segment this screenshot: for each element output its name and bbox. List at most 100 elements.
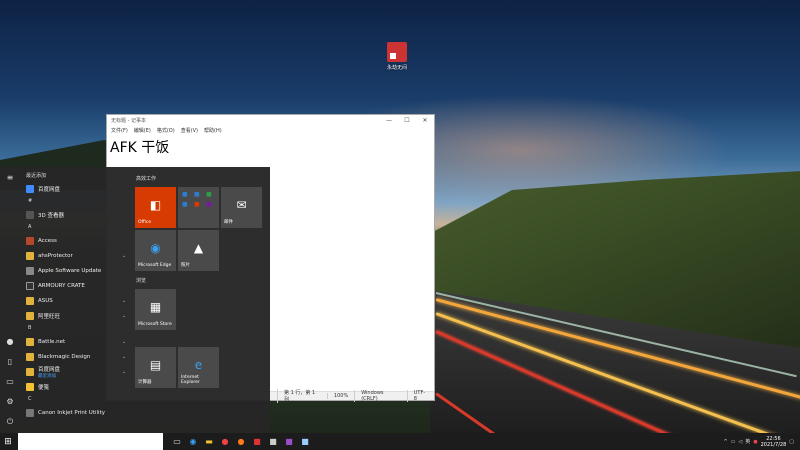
app-item[interactable]: 3D 查看器: [22, 207, 130, 222]
menu-view[interactable]: 查看(V): [181, 127, 198, 134]
folder-icon: [26, 367, 34, 376]
user-icon[interactable]: ●: [5, 337, 15, 347]
notification-icon[interactable]: ▢: [789, 439, 794, 445]
tile-edge[interactable]: ◉ Microsoft Edge: [135, 230, 176, 271]
notepad-menubar: 文件(F) 编辑(E) 格式(O) 查看(V) 帮助(H): [107, 126, 434, 135]
chevron-down-icon: ⌄: [121, 338, 126, 345]
letter-header[interactable]: B: [22, 323, 130, 334]
office-icon: ◧: [149, 198, 162, 212]
app-folder[interactable]: ahsProtector ⌄: [22, 248, 130, 263]
app-folder[interactable]: ASUS ⌄: [22, 293, 130, 308]
tile-office-apps-group[interactable]: ■ ■ ■ ■ ■ ■: [178, 187, 219, 228]
office-apps-mini-icons: ■ ■ ■ ■ ■ ■: [182, 191, 212, 208]
sticky-notes-icon: [26, 382, 34, 391]
desktop-shortcut-label: 永劫无间: [386, 65, 407, 71]
notepad-taskbar-icon[interactable]: ■: [299, 436, 311, 448]
firefox-icon[interactable]: ●: [235, 436, 247, 448]
calculator-icon: ▤: [149, 358, 162, 372]
tile-photos[interactable]: ▲ 照片: [178, 230, 219, 271]
3d-viewer-icon: [26, 210, 34, 219]
tile-office[interactable]: ◧ Office: [135, 187, 176, 228]
taskbar-pinned-apps: ▭ ◉ ▬ ● ● ■ ■ ■ ■: [171, 436, 311, 448]
folder-icon: [26, 352, 34, 361]
folder-icon: [26, 296, 34, 305]
tile-internet-explorer[interactable]: e Internet Explorer: [178, 347, 219, 388]
ie-icon: e: [194, 358, 203, 372]
onenote-icon[interactable]: ■: [283, 436, 295, 448]
task-view-icon[interactable]: ▭: [171, 436, 183, 448]
app-item[interactable]: Canon Inkjet Print Utility: [22, 405, 130, 420]
app-folder[interactable]: Blackmagic Design ⌄: [22, 349, 130, 364]
access-icon: [26, 236, 34, 245]
app-item[interactable]: 便笺: [22, 379, 130, 394]
system-tray: ^ ▭ ◁ 英 ● 22:56 2021/7/28 ▢: [723, 436, 800, 448]
menu-help[interactable]: 帮助(H): [204, 127, 222, 134]
taskbar: ⊞ ▭ ◉ ▬ ● ● ■ ■ ■ ■ ^ ▭ ◁ 英 ● 22:56 2021…: [0, 433, 800, 450]
chevron-down-icon: ⌄: [121, 368, 126, 375]
line-ending: Windows (CRLF): [354, 390, 407, 402]
taskbar-search-box[interactable]: [18, 433, 163, 450]
folder-icon: [26, 337, 34, 346]
app-icon[interactable]: ■: [267, 436, 279, 448]
clock[interactable]: 22:56 2021/7/28: [761, 436, 787, 448]
store-icon: ▦: [149, 300, 162, 314]
app-item[interactable]: Apple Software Update: [22, 263, 130, 278]
start-rail: ≡ ● ▯ ▭ ⚙ ⏻: [0, 167, 20, 433]
group-header-browse[interactable]: 浏览: [136, 277, 146, 284]
tile-calculator[interactable]: ▤ 计算器: [135, 347, 176, 388]
settings-icon[interactable]: ⚙: [5, 397, 15, 407]
zoom-level: 100%: [326, 393, 354, 399]
edge-icon[interactable]: ◉: [187, 436, 199, 448]
windows-start-button[interactable]: ⊞: [0, 433, 16, 450]
tile-store[interactable]: ▦ Microsoft Store: [135, 289, 176, 330]
app-item[interactable]: 百度网盘: [22, 181, 130, 196]
power-icon[interactable]: ⏻: [5, 417, 15, 427]
letter-header[interactable]: #: [22, 196, 130, 207]
close-button[interactable]: ✕: [416, 117, 434, 124]
encoding: UTF-8: [406, 390, 434, 402]
pictures-icon[interactable]: ▭: [5, 377, 15, 387]
netease-music-icon[interactable]: ■: [251, 436, 263, 448]
clock-date: 2021/7/28: [760, 441, 787, 448]
app-folder[interactable]: 阿里旺旺 ⌄: [22, 308, 130, 323]
edge-icon: ◉: [150, 241, 161, 255]
mail-icon: ✉: [236, 198, 247, 212]
volume-icon[interactable]: ◁: [738, 439, 742, 445]
app-folder[interactable]: 百度网盘 最近添加 ⌄: [22, 364, 130, 379]
letter-header[interactable]: A: [22, 222, 130, 233]
game-app-icon: [387, 42, 407, 62]
chrome-icon[interactable]: ●: [219, 436, 231, 448]
desktop-shortcut[interactable]: 永劫无间: [382, 42, 412, 71]
maximize-button[interactable]: ☐: [398, 117, 416, 124]
apple-update-icon: [26, 266, 34, 275]
folder-icon: [26, 311, 34, 320]
app-list: 最近添加 百度网盘 # 3D 查看器 A Access ahsProtector…: [22, 171, 130, 420]
tile-mail[interactable]: ✉ 邮件: [221, 187, 262, 228]
chevron-down-icon: ⌄: [121, 252, 126, 259]
file-explorer-icon[interactable]: ▬: [203, 436, 215, 448]
menu-edit[interactable]: 编辑(E): [134, 127, 151, 134]
menu-format[interactable]: 格式(O): [157, 127, 175, 134]
chevron-down-icon: ⌄: [121, 312, 126, 319]
app-folder[interactable]: Battle.net ⌄: [22, 334, 130, 349]
group-header-work[interactable]: 高效工作: [136, 175, 156, 182]
folder-icon: [26, 251, 34, 260]
cursor-position: 第 1 行，第 1 列: [277, 389, 327, 403]
recently-added-header: 最近添加: [26, 173, 47, 179]
photos-icon: ▲: [193, 241, 204, 255]
menu-file[interactable]: 文件(F): [111, 127, 128, 134]
notepad-title: 无标题 - 记事本: [111, 118, 146, 124]
app-item[interactable]: ARMOURY CRATE: [22, 278, 130, 293]
app-item[interactable]: Access: [22, 233, 130, 248]
app-tray-icon[interactable]: ●: [753, 439, 757, 445]
start-menu: ≡ ● ▯ ▭ ⚙ ⏻ 最近添加 百度网盘 # 3D 查看器 A Access …: [0, 167, 270, 433]
hamburger-icon[interactable]: ≡: [5, 173, 15, 183]
letter-header[interactable]: C: [22, 394, 130, 405]
chevron-up-icon[interactable]: ^: [723, 439, 727, 445]
canon-icon: [26, 408, 34, 417]
network-icon[interactable]: ▭: [731, 439, 736, 445]
documents-icon[interactable]: ▯: [5, 357, 15, 367]
notepad-titlebar[interactable]: 无标题 - 记事本 — ☐ ✕: [107, 115, 434, 126]
language-icon[interactable]: 英: [745, 438, 750, 445]
minimize-button[interactable]: —: [380, 117, 398, 124]
